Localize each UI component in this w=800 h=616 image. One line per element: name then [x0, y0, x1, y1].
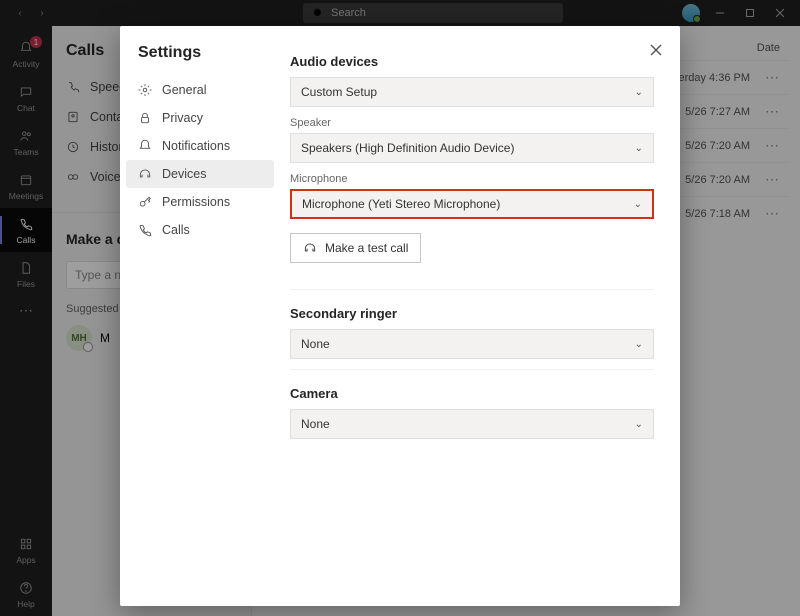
settings-content: Audio devices Custom Setup ⌄ Speaker Spe…: [280, 26, 680, 606]
category-label: Privacy: [162, 111, 203, 125]
dropdown-value: None: [301, 417, 330, 431]
make-test-call-button[interactable]: Make a test call: [290, 233, 421, 263]
category-label: General: [162, 83, 206, 97]
divider: [290, 369, 654, 370]
gear-icon: [138, 83, 152, 97]
category-general[interactable]: General: [120, 76, 280, 104]
dropdown-value: Microphone (Yeti Stereo Microphone): [302, 197, 500, 211]
microphone-label: Microphone: [290, 173, 654, 185]
category-calls[interactable]: Calls: [120, 216, 280, 244]
settings-categories: Settings General Privacy Notifications D…: [120, 26, 280, 606]
category-label: Devices: [162, 167, 206, 181]
chevron-down-icon: ⌄: [635, 339, 643, 350]
lock-icon: [138, 111, 152, 125]
microphone-dropdown[interactable]: Microphone (Yeti Stereo Microphone) ⌄: [290, 189, 654, 219]
speaker-label: Speaker: [290, 117, 654, 129]
chevron-down-icon: ⌄: [634, 199, 642, 210]
bell-icon: [138, 139, 152, 153]
category-label: Notifications: [162, 139, 230, 153]
speaker-dropdown[interactable]: Speakers (High Definition Audio Device) …: [290, 133, 654, 163]
camera-dropdown[interactable]: None ⌄: [290, 409, 654, 439]
secondary-ringer-heading: Secondary ringer: [290, 306, 654, 321]
chevron-down-icon: ⌄: [635, 143, 643, 154]
chevron-down-icon: ⌄: [635, 87, 643, 98]
headset-icon: [303, 241, 317, 255]
camera-heading: Camera: [290, 386, 654, 401]
category-devices[interactable]: Devices: [126, 160, 274, 188]
chevron-down-icon: ⌄: [635, 419, 643, 430]
category-notifications[interactable]: Notifications: [120, 132, 280, 160]
headset-icon: [138, 167, 152, 181]
close-button[interactable]: [646, 40, 666, 60]
category-label: Permissions: [162, 195, 230, 209]
settings-title: Settings: [120, 44, 280, 76]
key-icon: [138, 195, 152, 209]
settings-modal: Settings General Privacy Notifications D…: [120, 26, 680, 606]
dropdown-value: None: [301, 337, 330, 351]
audio-devices-heading: Audio devices: [290, 54, 654, 69]
dropdown-value: Speakers (High Definition Audio Device): [301, 141, 514, 155]
button-label: Make a test call: [325, 241, 408, 255]
secondary-ringer-dropdown[interactable]: None ⌄: [290, 329, 654, 359]
category-privacy[interactable]: Privacy: [120, 104, 280, 132]
divider: [290, 289, 654, 290]
category-label: Calls: [162, 223, 190, 237]
audio-device-dropdown[interactable]: Custom Setup ⌄: [290, 77, 654, 107]
category-permissions[interactable]: Permissions: [120, 188, 280, 216]
phone-icon: [138, 223, 152, 237]
close-icon: [650, 44, 662, 56]
dropdown-value: Custom Setup: [301, 85, 377, 99]
